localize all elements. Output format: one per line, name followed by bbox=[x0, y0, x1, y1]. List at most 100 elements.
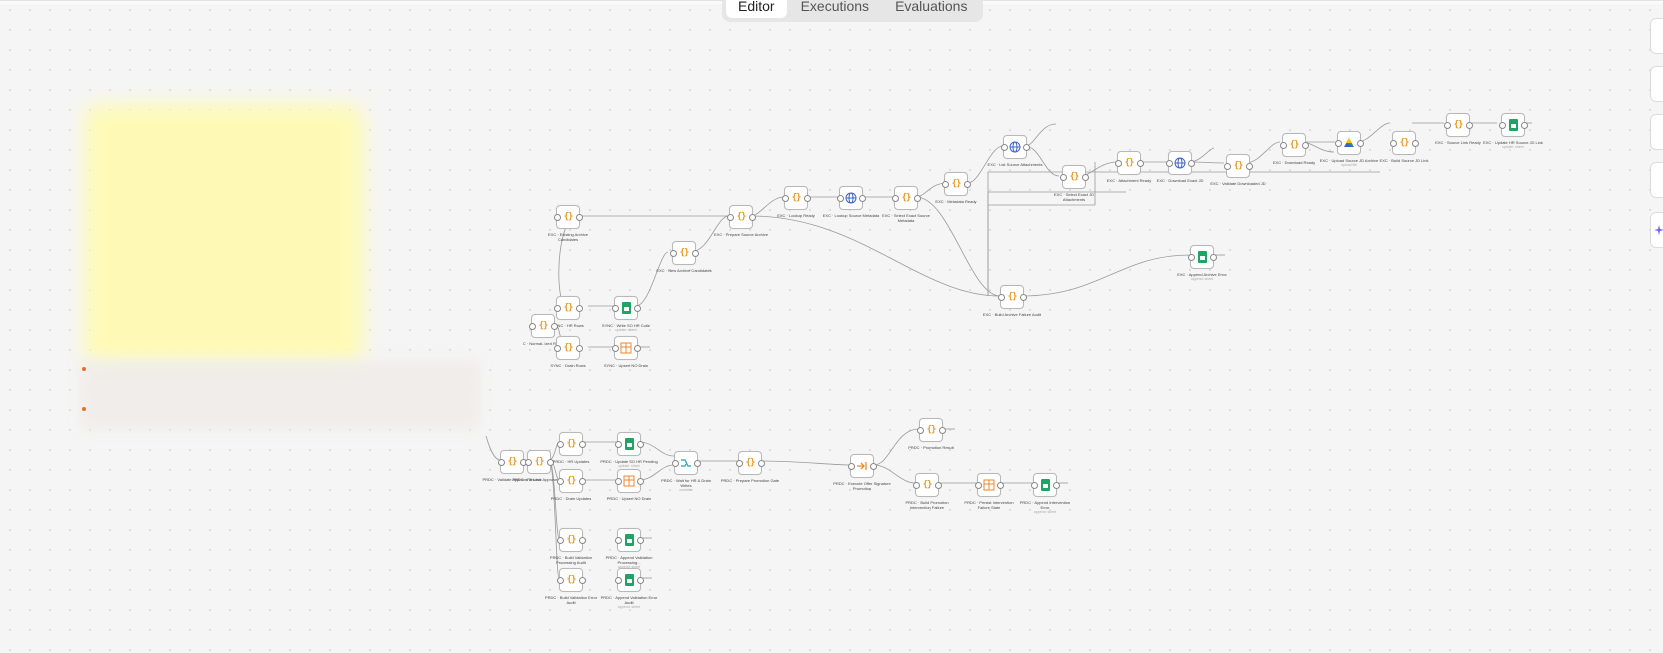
workflow-node[interactable]: EXC · Append Archive Error append: sheet bbox=[1177, 245, 1227, 281]
node-label: EXC · Build Archive Failure Audit bbox=[982, 312, 1042, 317]
node-label: PRDC · Update SO HR Pending update: sheet bbox=[600, 459, 658, 468]
node-label: EXC · Source Link Ready bbox=[1435, 140, 1481, 145]
node-label: SYNC · Write SO HR Cutie update: sheet bbox=[601, 323, 651, 332]
node-label: PRDC · Build Promotion Intervention Fail… bbox=[905, 500, 949, 510]
toolbar-button[interactable] bbox=[1650, 18, 1663, 54]
google-sheets-icon bbox=[624, 534, 634, 546]
connection bbox=[1024, 123, 1057, 147]
node-label: SYNC · Drain Rows bbox=[550, 363, 586, 368]
toolbar-button[interactable] bbox=[1650, 114, 1663, 150]
table-icon bbox=[623, 475, 635, 487]
connection bbox=[1021, 254, 1191, 297]
workflow-node[interactable]: {} PRDC · Build Promotion Intervention Fa… bbox=[905, 473, 949, 510]
workflow-node[interactable]: {} SYNC · HR Rows bbox=[552, 296, 584, 328]
merge-icon bbox=[681, 459, 691, 467]
workflow-node[interactable]: {} EXC · Metadata Ready bbox=[935, 172, 977, 204]
node-label: PRDC · Promotion Result bbox=[908, 445, 954, 450]
node-label: PRDC · Upsert NO Drain bbox=[606, 496, 652, 501]
workflow-node[interactable]: {} EXC · Attachment Ready bbox=[1107, 151, 1151, 183]
node-label: PRDC · Wait for HR & Drain Writes combine bbox=[661, 478, 711, 492]
workflow-node[interactable]: SYNC · Write SO HR Cutie update: sheet bbox=[602, 296, 650, 332]
toolbar-button[interactable] bbox=[1650, 162, 1663, 198]
connection bbox=[1024, 145, 1060, 177]
workflow-node[interactable]: {} EXC · Build Archive Failure Audit bbox=[983, 285, 1041, 317]
node-label: PRDC · Build Validation Error Audit bbox=[544, 595, 598, 605]
workflow-node[interactable]: {} EXC · Lookup Ready bbox=[777, 186, 815, 218]
workflow-node[interactable]: EXC · Update HR Source JD Link update: sh… bbox=[1483, 113, 1543, 149]
workflow-node[interactable]: EXC · Upload Source JD Archive upload fil… bbox=[1320, 131, 1378, 167]
blurred-overlay-lower bbox=[80, 360, 480, 430]
node-label: EXC · Lookup Ready bbox=[777, 213, 815, 218]
workflow-node[interactable]: {} PRDC · Build Validation Processing Aud… bbox=[550, 528, 592, 565]
workflow-node[interactable]: PRDC · Wait for HR & Drain Writes combine bbox=[661, 451, 711, 492]
node-label: EXC · List Source Attachments bbox=[987, 162, 1043, 167]
workflow-node[interactable]: {} PRDC · Prepare Promotion Gate bbox=[721, 451, 779, 483]
node-label: EXC · Upload Source JD Archive upload fil… bbox=[1319, 158, 1379, 167]
workflow-node[interactable]: {} EXC · Validate Downloaded JD bbox=[1210, 154, 1266, 186]
workflow-node[interactable]: {} EXC · Select Exact Source Metadata bbox=[882, 186, 930, 223]
workflow-node[interactable]: EXC · Download Exact JD bbox=[1157, 151, 1203, 183]
workflow-node[interactable]: {} EXC · Existing Archive Candidates bbox=[548, 205, 588, 242]
workflow-node[interactable]: SYNC · Upsert NO Drain bbox=[604, 336, 648, 368]
workflow-node[interactable]: {} PRDC · HR Updates bbox=[553, 432, 589, 464]
connection bbox=[750, 215, 1001, 297]
table-icon bbox=[620, 342, 632, 354]
workflow-node[interactable]: {} PRDC · Promotion Result bbox=[908, 418, 954, 450]
workflow-node[interactable]: {} PRDC · Drain Updates bbox=[551, 469, 591, 501]
workflow-node[interactable]: EXC · Lookup Source Metadata bbox=[823, 186, 879, 218]
workflow-node[interactable]: {} EXC · Prepare Source Archive bbox=[714, 205, 768, 237]
arrow-in-icon bbox=[857, 462, 867, 470]
workflow-node[interactable]: {} SYNC · Drain Rows bbox=[550, 336, 586, 368]
connection bbox=[638, 441, 675, 457]
google-sheets-icon bbox=[621, 302, 631, 314]
node-label: PRDC · Build Validation Processing Audit bbox=[549, 555, 593, 565]
node-label: EXC · Select Exact Source Metadata bbox=[882, 213, 930, 223]
connection bbox=[635, 251, 669, 307]
workflow-node[interactable]: {} C · Normal- ized Roles bbox=[523, 314, 563, 346]
node-label: EXC · Lookup Source Metadata bbox=[822, 213, 880, 218]
node-label: PRDC · Execute Offer Signature Promotion bbox=[833, 481, 891, 491]
workflow-node[interactable]: {} EXC · Select Exact JD Attachments bbox=[1054, 165, 1094, 202]
node-label: EXC · Validate Downloaded JD bbox=[1210, 181, 1266, 186]
workflow-node[interactable]: {} EXC · New Archive Candidates bbox=[656, 241, 712, 273]
workflow-node[interactable]: {} EXC · Download Ready bbox=[1273, 133, 1315, 165]
globe-icon bbox=[845, 192, 857, 204]
zoom-button[interactable] bbox=[1650, 66, 1663, 102]
node-label: PRDC · Prepare Promotion Gate bbox=[720, 478, 780, 483]
blurred-marker bbox=[82, 367, 86, 371]
node-label: EXC · Metadata Ready bbox=[935, 199, 977, 204]
globe-icon bbox=[1009, 141, 1021, 153]
workflow-node[interactable]: {} EXC · Build Source JD Link bbox=[1380, 131, 1428, 163]
sparkle-icon bbox=[1654, 225, 1663, 235]
node-label: EXC · New Archive Candidates bbox=[656, 268, 712, 273]
node-label: EXC · Download Ready bbox=[1272, 160, 1316, 165]
google-sheets-icon bbox=[624, 574, 634, 586]
ai-assistant-button[interactable] bbox=[1650, 212, 1663, 248]
workflow-node[interactable]: PRDC · Upsert NO Drain bbox=[607, 469, 651, 501]
table-icon bbox=[983, 479, 995, 491]
workflow-node[interactable]: PRDC · Append Intervention Error append: … bbox=[1020, 473, 1070, 514]
workflow-node[interactable]: PRDC · Persist Intervention Failure Stat… bbox=[964, 473, 1014, 510]
node-label: EXC · Existing Archive Candidates bbox=[547, 232, 588, 242]
workflow-node[interactable]: PRDC · Execute Offer Signature Promotion bbox=[833, 454, 891, 491]
workflow-node[interactable]: PRDC · Append Validation Processing... ap… bbox=[606, 528, 652, 569]
node-label: PRDC · HR Updates bbox=[552, 459, 590, 464]
connection bbox=[759, 460, 853, 466]
connection bbox=[1356, 122, 1391, 143]
workflow-node[interactable]: PRDC · Append Validation Error Audit appe… bbox=[601, 568, 657, 609]
node-label: SYNC · Upsert NO Drain bbox=[603, 363, 649, 368]
blurred-marker bbox=[82, 407, 86, 411]
google-sheets-icon bbox=[1040, 479, 1050, 491]
node-label: PRDC · Append Validation Error Audit appe… bbox=[600, 595, 658, 609]
workflow-node[interactable]: {} EXC · Source Link Ready bbox=[1435, 113, 1481, 145]
node-label: EXC · Prepare Source Archive bbox=[713, 232, 769, 237]
workflow-node[interactable]: {} PRDC · Validate Approval & Lock bbox=[482, 450, 542, 482]
node-label: EXC · Build Source JD Link bbox=[1379, 158, 1429, 163]
connection bbox=[485, 435, 501, 461]
node-label: PRDC · Persist Intervention Failure Stat… bbox=[964, 500, 1014, 510]
google-sheets-icon bbox=[624, 438, 634, 450]
workflow-node[interactable]: {} PRDC · Build Validation Error Audit bbox=[545, 568, 597, 605]
node-label: PRDC · Drain Updates bbox=[550, 496, 592, 501]
workflow-node[interactable]: EXC · List Source Attachments bbox=[988, 135, 1042, 167]
workflow-node[interactable]: PRDC · Update SO HR Pending update: sheet bbox=[600, 432, 658, 468]
